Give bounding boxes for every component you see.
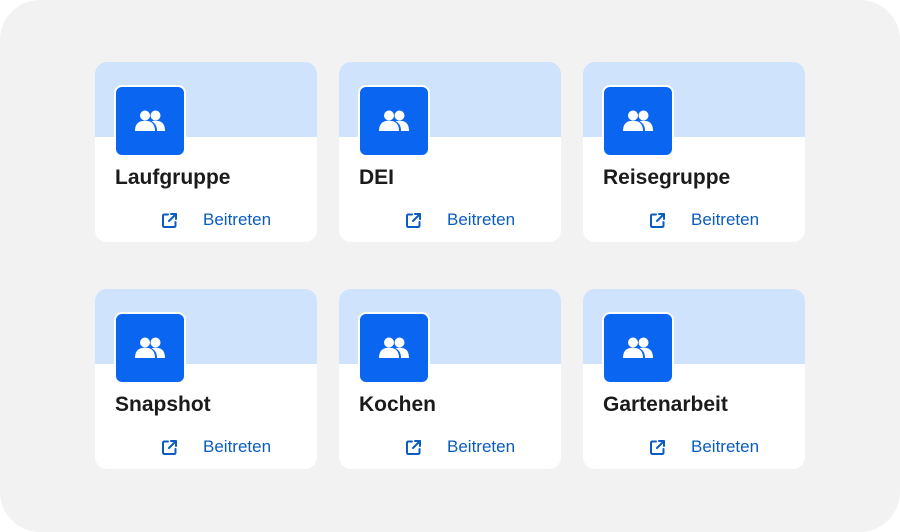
group-card-laufgruppe[interactable]: Laufgruppe Beitreten [95,62,317,242]
group-icon [358,312,430,384]
group-card-gartenarbeit[interactable]: Gartenarbeit Beitreten [583,289,805,469]
join-label[interactable]: Beitreten [447,437,515,457]
join-button[interactable]: Beitreten [403,208,515,232]
join-button[interactable]: Beitreten [647,435,759,459]
group-icon [114,85,186,157]
group-icon [602,85,674,157]
group-card-snapshot[interactable]: Snapshot Beitreten [95,289,317,469]
external-link-icon [159,210,179,230]
join-label[interactable]: Beitreten [447,210,515,230]
external-link-icon [403,437,423,457]
join-label[interactable]: Beitreten [691,210,759,230]
join-button[interactable]: Beitreten [647,208,759,232]
group-name: Kochen [359,393,437,416]
group-name: Laufgruppe [115,166,231,189]
group-name: DEI [359,166,395,189]
join-label[interactable]: Beitreten [691,437,759,457]
group-card-kochen[interactable]: Kochen Beitreten [339,289,561,469]
join-button[interactable]: Beitreten [159,208,271,232]
join-label[interactable]: Beitreten [203,437,271,457]
group-name: Reisegruppe [603,166,731,189]
group-icon [114,312,186,384]
external-link-icon [159,437,179,457]
group-card-reisegruppe[interactable]: Reisegruppe Beitreten [583,62,805,242]
groups-panel: Laufgruppe Beitreten DEI Beitreten Reise… [0,0,900,532]
join-label[interactable]: Beitreten [203,210,271,230]
group-card-dei[interactable]: DEI Beitreten [339,62,561,242]
group-icon [602,312,674,384]
external-link-icon [403,210,423,230]
external-link-icon [647,210,667,230]
group-name: Gartenarbeit [603,393,728,416]
join-button[interactable]: Beitreten [403,435,515,459]
group-name: Snapshot [115,393,211,416]
join-button[interactable]: Beitreten [159,435,271,459]
group-icon [358,85,430,157]
external-link-icon [647,437,667,457]
